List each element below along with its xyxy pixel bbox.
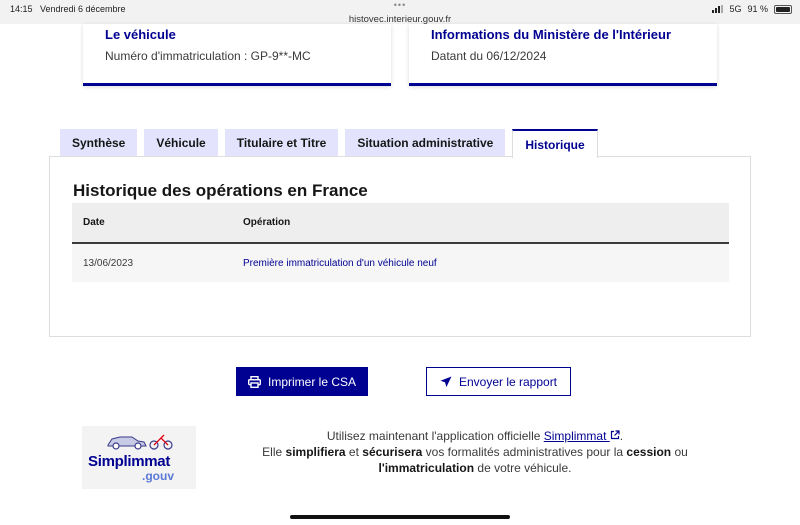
simplimmat-logo[interactable]: Simplimmat .gouv <box>82 426 196 489</box>
send-icon <box>440 376 452 387</box>
promo-line-3: l'immatriculation de votre véhicule. <box>200 460 750 476</box>
logo-name: Simplimmat <box>88 453 171 470</box>
send-report-button[interactable]: Envoyer le rapport <box>426 367 571 396</box>
promo-text: de votre véhicule. <box>477 461 572 475</box>
promo-period: . <box>619 429 624 443</box>
promo-line-2: Elle simplifiera et sécurisera vos forma… <box>200 444 750 460</box>
network-label: 5G <box>729 4 742 14</box>
vehicle-card-title: Le véhicule <box>105 27 176 42</box>
table-header: Date Opération <box>72 203 729 244</box>
promo-text: et <box>348 445 359 459</box>
print-csa-button[interactable]: Imprimer le CSA <box>236 367 368 396</box>
promo-text: ou <box>674 445 688 459</box>
history-heading: Historique des opérations en France <box>73 181 368 200</box>
tab-historique[interactable]: Historique <box>512 129 598 158</box>
promo-intro: Utilisez maintenant l'application offici… <box>326 429 541 443</box>
promo-emphasis: sécurisera <box>362 445 423 459</box>
column-header-date: Date <box>83 217 105 228</box>
history-panel: Historique des opérations en France Date… <box>49 156 751 337</box>
tab-titulaire-et-titre[interactable]: Titulaire et Titre <box>224 129 339 157</box>
status-indicators: 5G 91 % <box>712 4 792 14</box>
battery-percent: 91 % <box>747 4 768 14</box>
status-bar: 14:15 Vendredi 6 décembre ••• histovec.i… <box>0 0 800 25</box>
home-indicator[interactable] <box>290 515 510 519</box>
promo-emphasis: l'immatriculation <box>378 461 475 475</box>
tab-synthese[interactable]: Synthèse <box>60 129 138 157</box>
external-link-icon <box>610 430 620 440</box>
ministry-info-card: Informations du Ministère de l'Intérieur… <box>409 24 717 86</box>
tab-vehicule[interactable]: Véhicule <box>144 129 218 157</box>
row-date: 13/06/2023 <box>83 258 134 269</box>
print-csa-label: Imprimer le CSA <box>267 374 356 389</box>
promo-text: vos formalités administratives pour la <box>425 445 624 459</box>
column-header-operation: Opération <box>243 217 291 228</box>
simplimmat-link-label: Simplimmat <box>543 429 607 443</box>
signal-icon <box>712 5 724 13</box>
logo-suffix: .gouv <box>142 469 174 483</box>
promo-emphasis: simplifiera <box>285 445 346 459</box>
report-tabs: Synthèse Véhicule Titulaire et Titre Sit… <box>60 129 605 158</box>
row-operation: Première immatriculation d'un véhicule n… <box>243 258 437 269</box>
tab-situation-administrative[interactable]: Situation administrative <box>345 129 506 157</box>
vehicle-card: Le véhicule Numéro d'immatriculation : G… <box>83 24 391 86</box>
printer-icon <box>247 375 261 388</box>
battery-icon <box>774 4 792 14</box>
history-table: Date Opération 13/06/2023 Première immat… <box>72 203 729 282</box>
ministry-card-title: Informations du Ministère de l'Intérieur <box>431 27 672 42</box>
registration-number: Numéro d'immatriculation : GP-9**-MC <box>105 49 311 63</box>
car-icon <box>107 434 173 450</box>
promo-emphasis: cession <box>626 445 672 459</box>
promo-text: Elle <box>262 445 283 459</box>
info-date: Datant du 06/12/2024 <box>431 49 547 63</box>
tab-overview-dots[interactable]: ••• <box>0 1 800 10</box>
send-report-label: Envoyer le rapport <box>458 374 558 389</box>
simplimmat-link[interactable]: Simplimmat <box>544 429 620 443</box>
simplimmat-promo: Utilisez maintenant l'application offici… <box>200 428 750 476</box>
table-row: 13/06/2023 Première immatriculation d'un… <box>72 244 729 282</box>
promo-line-1: Utilisez maintenant l'application offici… <box>200 428 750 444</box>
